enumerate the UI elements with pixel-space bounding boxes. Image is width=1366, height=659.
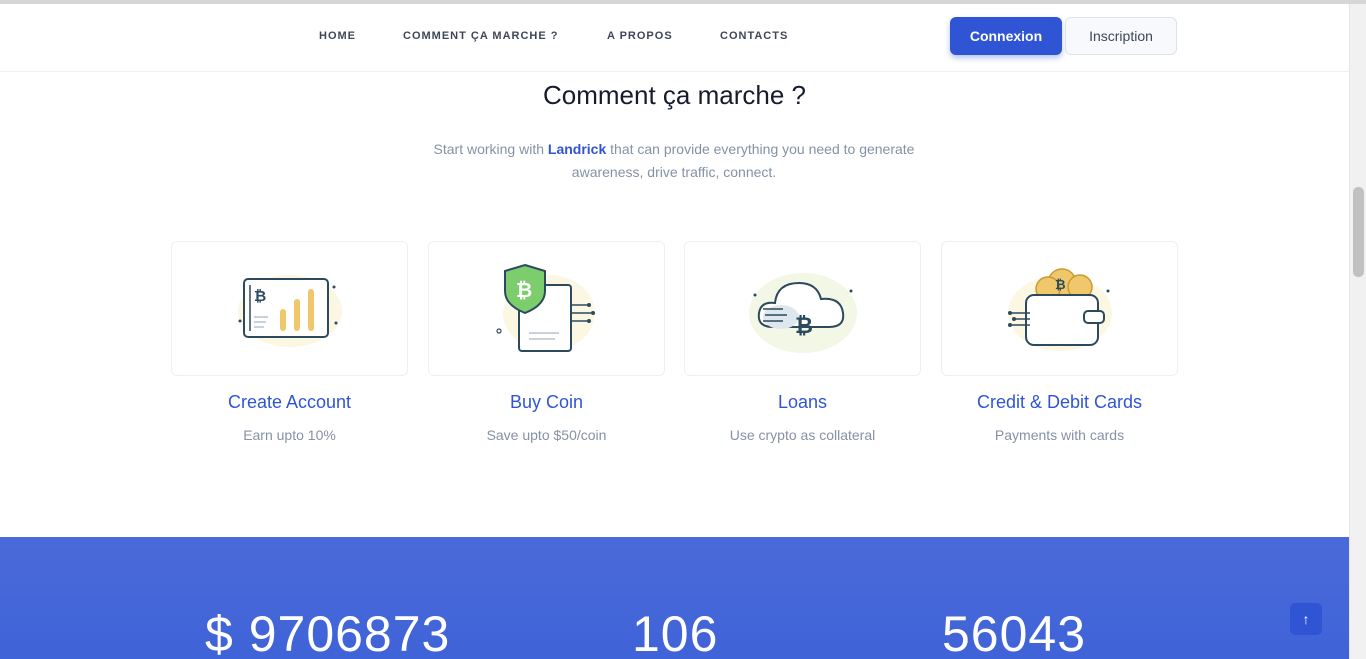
- login-button[interactable]: Connexion: [950, 17, 1062, 55]
- nav-about[interactable]: A PROPOS: [607, 30, 673, 42]
- stat-value-total: $ 9706873: [205, 606, 451, 659]
- feature-title-create-account[interactable]: Create Account: [171, 392, 408, 413]
- site-header: HOME COMMENT ÇA MARCHE ? A PROPOS CONTAC…: [0, 4, 1349, 72]
- nav-how-it-works[interactable]: COMMENT ÇA MARCHE ?: [403, 30, 558, 42]
- feature-title-cards[interactable]: Credit & Debit Cards: [941, 392, 1178, 413]
- feature-desc-buy-coin: Save upto $50/coin: [486, 427, 607, 443]
- back-to-top-button[interactable]: ↑: [1290, 603, 1322, 635]
- feature-title-buy-coin[interactable]: Buy Coin: [428, 392, 665, 413]
- lead-suffix: that can provide everything you need to …: [571, 141, 915, 180]
- lead-prefix: Start working with: [433, 141, 548, 157]
- stats-section: $ 9706873 106 56043: [0, 537, 1349, 659]
- feature-card-create-account: ₿: [171, 241, 408, 376]
- feature-title-loans[interactable]: Loans: [684, 392, 921, 413]
- page-scrollbar[interactable]: [1349, 4, 1366, 659]
- stat-value-users: 56043: [942, 606, 1087, 659]
- feature-card-cards: ₿: [941, 241, 1178, 376]
- stat-value-count: 106: [632, 606, 719, 659]
- feature-desc-create-account: Earn upto 10%: [243, 427, 336, 443]
- section-lead: Start working with Landrick that can pro…: [404, 138, 944, 184]
- bitcoin-chart-icon: ₿: [237, 274, 342, 347]
- scrollbar-thumb[interactable]: [1353, 187, 1364, 277]
- section-title: Comment ça marche ?: [543, 80, 806, 110]
- brand-name: Landrick: [547, 141, 607, 157]
- signup-button[interactable]: Inscription: [1065, 17, 1177, 55]
- nav-contacts[interactable]: CONTACTS: [720, 30, 788, 42]
- nav-home[interactable]: HOME: [319, 30, 356, 42]
- bitcoin-cloud-icon: ₿: [748, 272, 857, 353]
- bitcoin-shield-icon: ₿: [495, 263, 595, 352]
- feature-card-loans: ₿: [684, 241, 921, 376]
- feature-desc-loans: Use crypto as collateral: [729, 427, 876, 443]
- svg-text:₿: ₿: [254, 287, 266, 305]
- feature-card-buy-coin: ₿: [428, 241, 665, 376]
- bitcoin-wallet-icon: ₿: [1007, 267, 1112, 351]
- feature-desc-cards: Payments with cards: [994, 427, 1125, 443]
- svg-text:₿: ₿: [795, 314, 813, 339]
- svg-text:₿: ₿: [516, 278, 532, 302]
- svg-text:₿: ₿: [1055, 278, 1066, 293]
